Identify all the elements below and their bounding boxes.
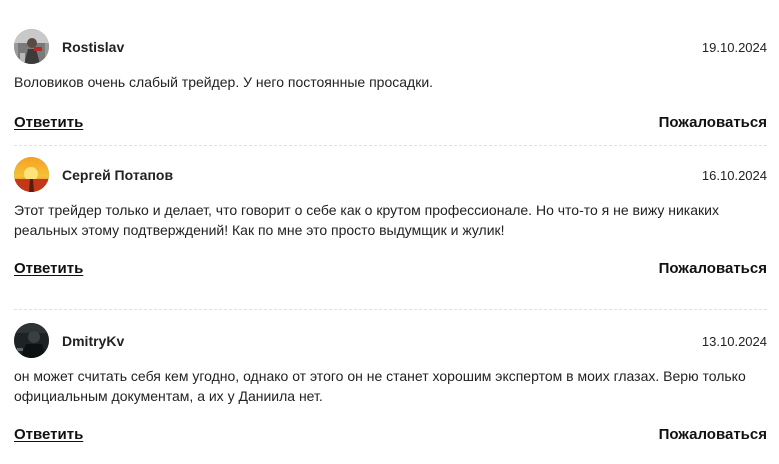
comment-actions: Ответить Пожаловаться (14, 114, 767, 134)
comment-date: 19.10.2024 (701, 40, 767, 55)
comment-header: Rostislav 19.10.2024 (14, 28, 767, 66)
user-photo-icon[interactable] (14, 29, 49, 64)
comment-author: Rostislav (62, 39, 125, 55)
comment-item: DmitryKv 13.10.2024 он может считать себ… (14, 310, 767, 464)
dark-photo-icon[interactable] (14, 323, 49, 358)
comment-item: Rostislav 19.10.2024 Воловиков очень сла… (14, 0, 767, 146)
report-link[interactable]: Пожаловаться (659, 260, 767, 278)
comment-date: 16.10.2024 (701, 168, 767, 183)
report-link[interactable]: Пожаловаться (659, 426, 767, 444)
comment-text: Этот трейдер только и делает, что говори… (14, 202, 719, 238)
reply-link[interactable]: Ответить (14, 426, 83, 444)
comment-header: Сергей Потапов 16.10.2024 (14, 156, 767, 194)
comment-author: Сергей Потапов (62, 167, 174, 183)
reply-link[interactable]: Ответить (14, 260, 83, 278)
comment-text: он может считать себя кем угодно, однако… (14, 368, 746, 404)
comment-header: DmitryKv 13.10.2024 (14, 322, 767, 360)
comments-list: Rostislav 19.10.2024 Воловиков очень сла… (14, 0, 767, 464)
report-link[interactable]: Пожаловаться (659, 114, 767, 132)
comment-actions: Ответить Пожаловаться (14, 260, 767, 280)
sunset-photo-icon[interactable] (14, 157, 49, 192)
comment-text: Воловиков очень слабый трейдер. У него п… (14, 74, 434, 90)
reply-link[interactable]: Ответить (14, 114, 83, 132)
comment-item: Сергей Потапов 16.10.2024 Этот трейдер т… (14, 146, 767, 310)
comment-author: DmitryKv (62, 333, 125, 349)
comment-actions: Ответить Пожаловаться (14, 426, 767, 446)
comment-date: 13.10.2024 (701, 334, 767, 349)
